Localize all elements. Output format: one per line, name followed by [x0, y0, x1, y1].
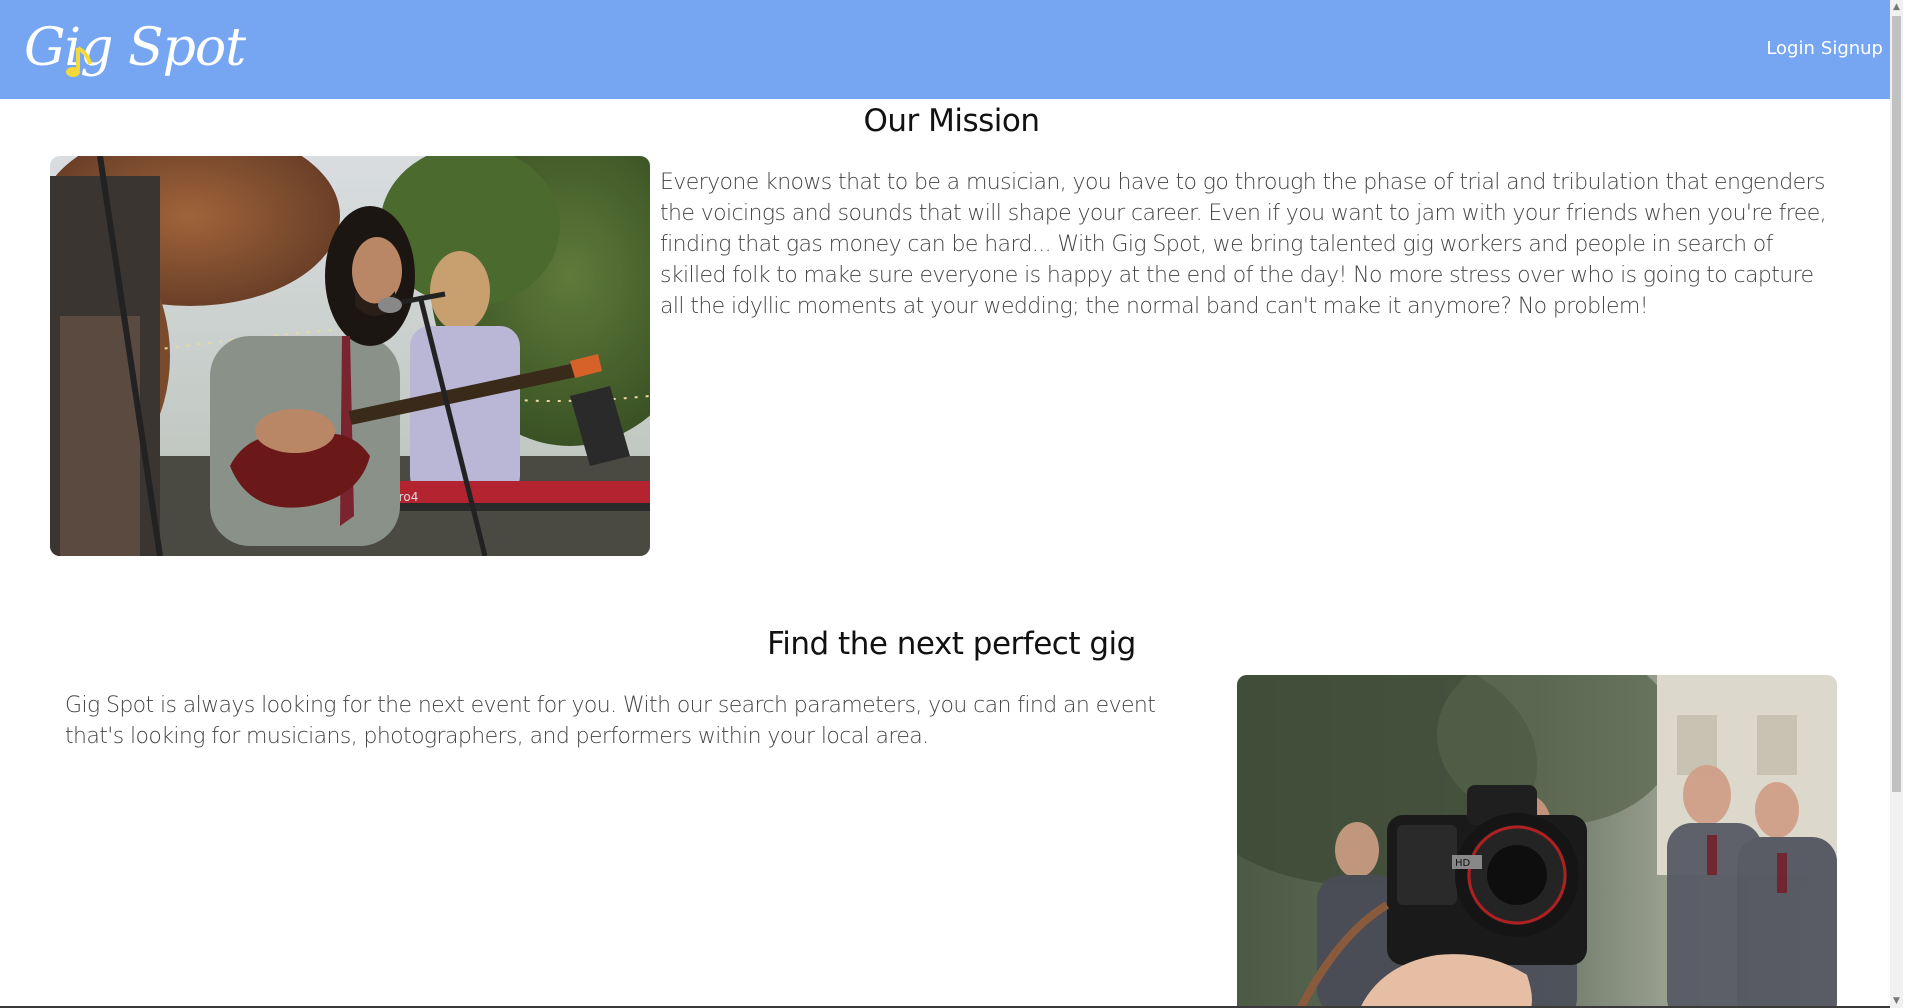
mission-title: Our Mission — [863, 103, 1040, 139]
music-note-icon — [66, 46, 92, 77]
page: Gig Spot Login Signup Our Mission Everyo… — [0, 0, 1903, 1008]
navbar: Gig Spot Login Signup — [0, 0, 1903, 99]
logo[interactable]: Gig Spot — [24, 8, 246, 88]
scroll-up-arrow-icon[interactable]: ▲ — [1890, 0, 1903, 14]
mission-text: Everyone knows that to be a musician, yo… — [660, 170, 1827, 319]
scroll-down-arrow-icon[interactable]: ▼ — [1890, 994, 1903, 1008]
vertical-scrollbar[interactable]: ▲ ▼ — [1890, 0, 1903, 1008]
signup-link[interactable]: Signup — [1821, 38, 1883, 59]
login-link[interactable]: Login — [1766, 38, 1815, 59]
wedding-camera-photo: HD — [1237, 675, 1837, 1008]
find-gig-text: Gig Spot is always looking for the next … — [65, 693, 1156, 749]
logo-text: Gig Spot — [24, 18, 246, 78]
nav-links: Login Signup — [1766, 38, 1883, 59]
find-gig-title: Find the next perfect gig — [767, 626, 1136, 662]
band-performing-photo: ectro4 — [50, 156, 650, 556]
scroll-thumb[interactable] — [1892, 16, 1901, 792]
svg-text:HD: HD — [1455, 858, 1471, 869]
